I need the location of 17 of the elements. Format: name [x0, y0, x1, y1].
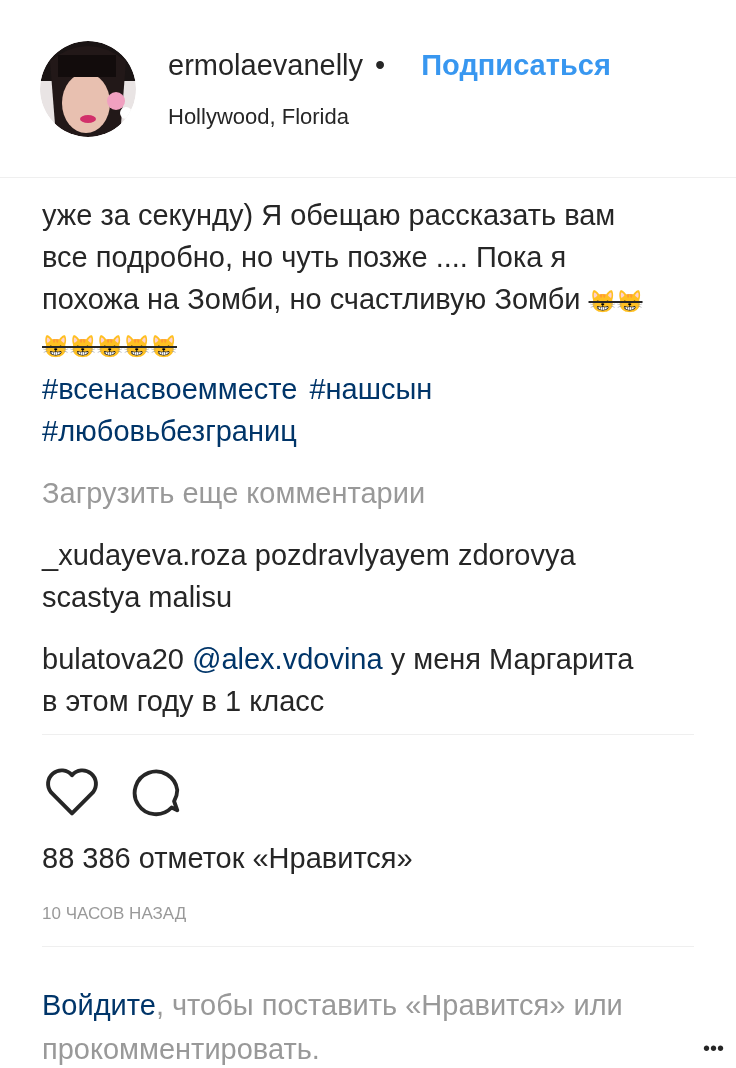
- more-options-button[interactable]: •••: [703, 1033, 724, 1063]
- hashtag-link[interactable]: #любовьбезграниц: [42, 410, 297, 452]
- post-time: 10 ЧАСОВ НАЗАД: [42, 902, 188, 925]
- comment-username[interactable]: bulatova20: [42, 643, 184, 675]
- mention-link[interactable]: @alex.vdovina: [191, 643, 383, 675]
- likes-count[interactable]: 88 386 отметок «Нравится»: [42, 837, 694, 881]
- separator: •: [375, 48, 386, 84]
- hashtag-link[interactable]: #нашсын: [309, 368, 433, 410]
- caption-text: уже за секунду) Я обещаю рассказать вам все подробно, но чуть позже .... Пока я похожа на Зомби, но счастливую Зомби 😸😸😸😸😸😸😸: [42, 198, 644, 361]
- login-link[interactable]: Войдите: [42, 989, 156, 1021]
- comment: bulatova20 @alex.vdovina у меня Маргарита в этом году в 1 класс: [42, 642, 635, 719]
- location[interactable]: Hollywood, Florida: [168, 99, 611, 133]
- hashtag-link[interactable]: #всенасвоемместе: [42, 368, 298, 410]
- comment: _xudayeva.roza pozdravlyayem zdorovya scastya malisu: [42, 538, 577, 615]
- username[interactable]: ermolaevanelly: [168, 44, 364, 88]
- comment-username[interactable]: _xudayeva.roza: [42, 539, 247, 571]
- login-prompt: Войдите, чтобы поставить «Нравится» или прокомментировать.: [42, 988, 624, 1067]
